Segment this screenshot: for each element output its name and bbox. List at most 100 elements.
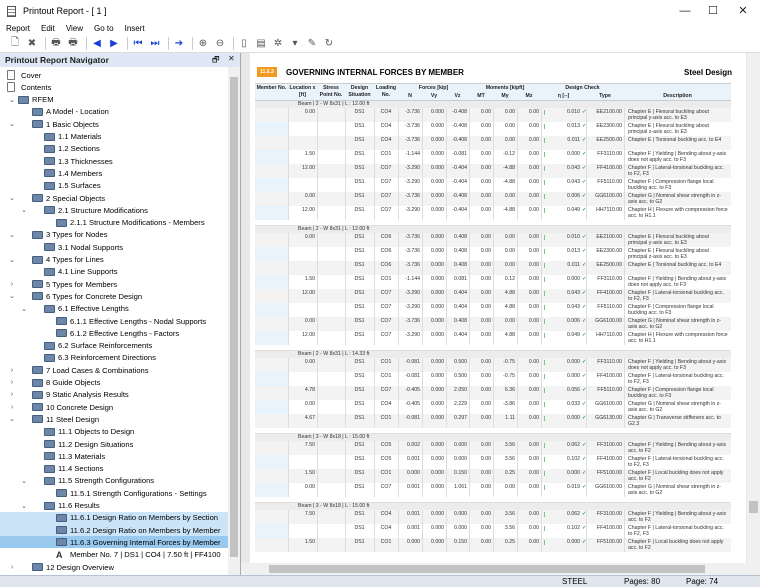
tree-item[interactable]: Contents <box>0 81 228 93</box>
navigator-scrollbar[interactable] <box>228 67 240 575</box>
collapse-arrow-icon[interactable]: ⌄ <box>20 477 28 485</box>
table-row: DS1CO7-3.2900.0000.4040.004.880.000.043F… <box>255 303 731 317</box>
tree-item[interactable]: ⌄1 Basic Objects <box>0 118 228 130</box>
dropdown-button[interactable]: ▾ <box>288 37 302 51</box>
expand-arrow-icon[interactable]: › <box>8 281 16 288</box>
minimize-button[interactable]: — <box>670 0 700 22</box>
previous-button[interactable]: ◀ <box>90 37 104 51</box>
report-horizontal-scrollbar[interactable] <box>241 563 760 575</box>
menu-view[interactable]: View <box>60 22 88 35</box>
collapse-arrow-icon[interactable]: ⌄ <box>20 305 28 313</box>
next-button[interactable]: ▶ <box>107 37 121 51</box>
close-navigator-icon[interactable]: ✕ <box>228 54 235 63</box>
menu-report[interactable]: Report <box>0 22 35 35</box>
tree-item[interactable]: AMember No. 7 | DS1 | CO4 | 7.50 ft | FF… <box>0 549 228 561</box>
settings-button[interactable]: ✲ <box>271 37 285 51</box>
new-page-button[interactable]: 🗋 <box>8 37 22 51</box>
collapse-arrow-icon[interactable]: ⌄ <box>8 96 16 104</box>
tree-item[interactable]: 11.6.3 Governing Internal Forces by Memb… <box>0 536 228 548</box>
tree-item[interactable]: ⌄2 Special Objects <box>0 192 228 204</box>
tree-item[interactable]: ⌄2.1 Structure Modifications <box>0 204 228 216</box>
tree-item[interactable]: 6.1.2 Effective Lengths - Factors <box>0 327 228 339</box>
delete-button[interactable]: ✖ <box>25 37 39 51</box>
scrollbar-thumb[interactable] <box>269 565 705 573</box>
tree-item[interactable]: ⌄3 Types for Nodes <box>0 229 228 241</box>
tree-item[interactable]: A Model - Location <box>0 106 228 118</box>
collapse-arrow-icon[interactable]: ⌄ <box>8 120 16 128</box>
float-icon[interactable]: 🗗 <box>212 54 220 68</box>
last-page-button[interactable]: ⏭ <box>148 37 162 51</box>
tree-item[interactable]: 3.1 Nodal Supports <box>0 241 228 253</box>
tree-item[interactable]: ⌄RFEM <box>0 94 228 106</box>
tree-item[interactable]: ⌄11.5 Strength Configurations <box>0 475 228 487</box>
expand-arrow-icon[interactable]: › <box>8 564 16 571</box>
maximize-button[interactable]: ☐ <box>698 0 728 22</box>
edit-icon: ✎ <box>308 38 316 49</box>
column-divider <box>446 386 447 400</box>
close-button[interactable]: ✕ <box>728 0 758 22</box>
collapse-arrow-icon[interactable]: ⌄ <box>8 415 16 423</box>
report-vertical-scrollbar[interactable] <box>747 53 760 563</box>
column-divider <box>345 150 346 164</box>
expand-arrow-icon[interactable]: › <box>8 367 16 374</box>
tree-item[interactable]: 11.2 Design Situations <box>0 438 228 450</box>
collapse-arrow-icon[interactable]: ⌄ <box>8 231 16 239</box>
tree-item[interactable]: 1.1 Materials <box>0 131 228 143</box>
tree-item[interactable]: ⌄4 Types for Lines <box>0 254 228 266</box>
collapse-arrow-icon[interactable]: ⌄ <box>20 206 28 214</box>
tree-item[interactable]: 11.6.1 Design Ratio on Members by Sectio… <box>0 512 228 524</box>
tree-item[interactable]: 1.4 Members <box>0 167 228 179</box>
tree-item[interactable]: 11.5.1 Strength Configurations - Setting… <box>0 487 228 499</box>
print-button[interactable]: 🖶 <box>49 37 63 51</box>
scrollbar-thumb[interactable] <box>749 501 758 513</box>
menu-insert[interactable]: Insert <box>119 22 150 35</box>
header-button[interactable]: ▤ <box>254 37 268 51</box>
tree-item[interactable]: 11.4 Sections <box>0 463 228 475</box>
expand-arrow-icon[interactable]: › <box>8 379 16 386</box>
tree-item[interactable]: 1.3 Thicknesses <box>0 155 228 167</box>
tree-item[interactable]: ⌄11.6 Results <box>0 500 228 512</box>
collapse-arrow-icon[interactable]: ⌄ <box>8 292 16 300</box>
tree-item[interactable]: 1.5 Surfaces <box>0 180 228 192</box>
tree-item[interactable]: ›10 Concrete Design <box>0 401 228 413</box>
tree-item[interactable]: 6.2 Surface Reinforcements <box>0 340 228 352</box>
column-divider <box>288 538 289 552</box>
go-to-page-button[interactable]: ➔ <box>172 37 186 51</box>
tree-item[interactable]: ⌄6 Types for Concrete Design <box>0 290 228 302</box>
tree-item[interactable]: ›5 Types for Members <box>0 278 228 290</box>
tree-item[interactable]: 6.1.1 Effective Lengths - Nodal Supports <box>0 315 228 327</box>
tree-item[interactable]: 6.3 Reinforcement Directions <box>0 352 228 364</box>
menu-go-to[interactable]: Go to <box>88 22 119 35</box>
zoom-out-button[interactable]: ⊖ <box>213 37 227 51</box>
column-divider <box>469 108 470 122</box>
tree-item[interactable]: Cover <box>0 69 228 81</box>
refresh-button[interactable]: ↻ <box>322 37 336 51</box>
collapse-arrow-icon[interactable]: ⌄ <box>8 194 16 202</box>
tree-item[interactable]: ›8 Guide Objects <box>0 377 228 389</box>
column-divider <box>624 164 625 178</box>
edit-button[interactable]: ✎ <box>305 37 319 51</box>
first-page-button[interactable]: ⏮ <box>131 37 145 51</box>
tree-item[interactable]: 4.1 Line Supports <box>0 266 228 278</box>
menu-edit[interactable]: Edit <box>35 22 60 35</box>
cell-description: Chapter F | Yielding | Bending about y-a… <box>628 151 728 164</box>
tree-item[interactable]: 11.1 Objects to Design <box>0 426 228 438</box>
zoom-in-button[interactable]: ⊕ <box>196 37 210 51</box>
expand-arrow-icon[interactable]: › <box>8 391 16 398</box>
expand-arrow-icon[interactable]: › <box>8 404 16 411</box>
tree-item[interactable]: 2.1.1 Structure Modifications - Members <box>0 217 228 229</box>
column-divider <box>624 136 625 150</box>
scrollbar-thumb[interactable] <box>230 77 238 557</box>
tree-item[interactable]: ›7 Load Cases & Combinations <box>0 364 228 376</box>
tree-item[interactable]: 1.2 Sections <box>0 143 228 155</box>
tree-item[interactable]: ⌄6.1 Effective Lengths <box>0 303 228 315</box>
collapse-arrow-icon[interactable]: ⌄ <box>8 256 16 264</box>
tree-item[interactable]: ›9 Static Analysis Results <box>0 389 228 401</box>
tree-item[interactable]: 11.3 Materials <box>0 450 228 462</box>
print-settings-button[interactable]: 🖶 <box>66 37 80 51</box>
collapse-arrow-icon[interactable]: ⌄ <box>20 502 28 510</box>
tree-item[interactable]: ⌄11 Steel Design <box>0 413 228 425</box>
page-layout-button[interactable]: ▯ <box>237 37 251 51</box>
tree-item[interactable]: 11.6.2 Design Ratio on Members by Member <box>0 524 228 536</box>
tree-item[interactable]: ›12 Design Overview <box>0 561 228 573</box>
